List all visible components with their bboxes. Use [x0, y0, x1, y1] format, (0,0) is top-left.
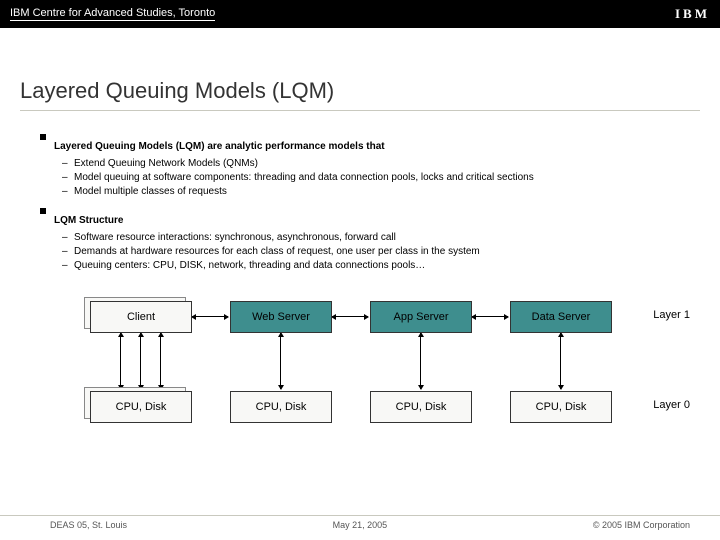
box-app-server: App Server	[370, 301, 480, 333]
section-2-item-2: –Demands at hardware resources for each …	[62, 246, 720, 257]
lqm-diagram: Client Web Server App Server Data Server…	[40, 301, 720, 461]
box-label: Web Server	[230, 301, 332, 333]
box-data-server: Data Server	[510, 301, 620, 333]
box-label: App Server	[370, 301, 472, 333]
section-2-item-3: –Queuing centers: CPU, DISK, network, th…	[62, 260, 720, 271]
section-1-item-3: –Model multiple classes of requests	[62, 186, 720, 197]
diagram-row-layer0: CPU, Disk CPU, Disk CPU, Disk CPU, Disk	[40, 391, 720, 423]
header-org: IBM Centre for Advanced Studies, Toronto	[10, 7, 215, 21]
box-label: Data Server	[510, 301, 612, 333]
section-1-item-2: –Model queuing at software components: t…	[62, 172, 720, 183]
content-area: Layered Queuing Models (LQM) are analyti…	[40, 131, 720, 461]
footer: DEAS 05, St. Louis May 21, 2005 © 2005 I…	[0, 515, 720, 530]
slide-title: Layered Queuing Models (LQM)	[20, 78, 720, 104]
arrow-v-icon	[560, 333, 561, 389]
footer-right: © 2005 IBM Corporation	[593, 520, 690, 530]
box-cpu-disk-2: CPU, Disk	[230, 391, 340, 423]
arrow-v-icon	[280, 333, 281, 389]
section-2-heading: LQM Structure	[54, 215, 123, 226]
box-client: Client	[90, 301, 200, 333]
bullet-square-icon	[40, 134, 46, 140]
header-bar: IBM Centre for Advanced Studies, Toronto…	[0, 0, 720, 28]
layer1-label: Layer 1	[653, 309, 690, 321]
section-1-item-1: –Extend Queuing Network Models (QNMs)	[62, 158, 720, 169]
box-cpu-disk-4: CPU, Disk	[510, 391, 620, 423]
section-2-item-1: –Software resource interactions: synchro…	[62, 232, 720, 243]
arrow-v-icon	[420, 333, 421, 389]
bullet-square-icon	[40, 208, 46, 214]
arrow-v-icon	[140, 333, 141, 389]
arrow-v-icon	[160, 333, 161, 389]
box-label: CPU, Disk	[510, 391, 612, 423]
box-web-server: Web Server	[230, 301, 340, 333]
diagram-row-layer1: Client Web Server App Server Data Server	[40, 301, 720, 333]
ibm-logo-icon: IBM	[675, 6, 710, 22]
box-label: Client	[90, 301, 192, 333]
box-label: CPU, Disk	[230, 391, 332, 423]
box-cpu-disk-1: CPU, Disk	[90, 391, 200, 423]
layer0-label: Layer 0	[653, 399, 690, 411]
section-1: Layered Queuing Models (LQM) are analyti…	[40, 131, 720, 158]
box-label: CPU, Disk	[90, 391, 192, 423]
footer-center: May 21, 2005	[333, 520, 388, 530]
footer-left: DEAS 05, St. Louis	[50, 520, 127, 530]
box-cpu-disk-3: CPU, Disk	[370, 391, 480, 423]
section-2: LQM Structure	[40, 205, 720, 232]
box-label: CPU, Disk	[370, 391, 472, 423]
title-underline	[20, 110, 700, 111]
section-1-heading: Layered Queuing Models (LQM) are analyti…	[54, 141, 385, 152]
arrow-v-icon	[120, 333, 121, 389]
